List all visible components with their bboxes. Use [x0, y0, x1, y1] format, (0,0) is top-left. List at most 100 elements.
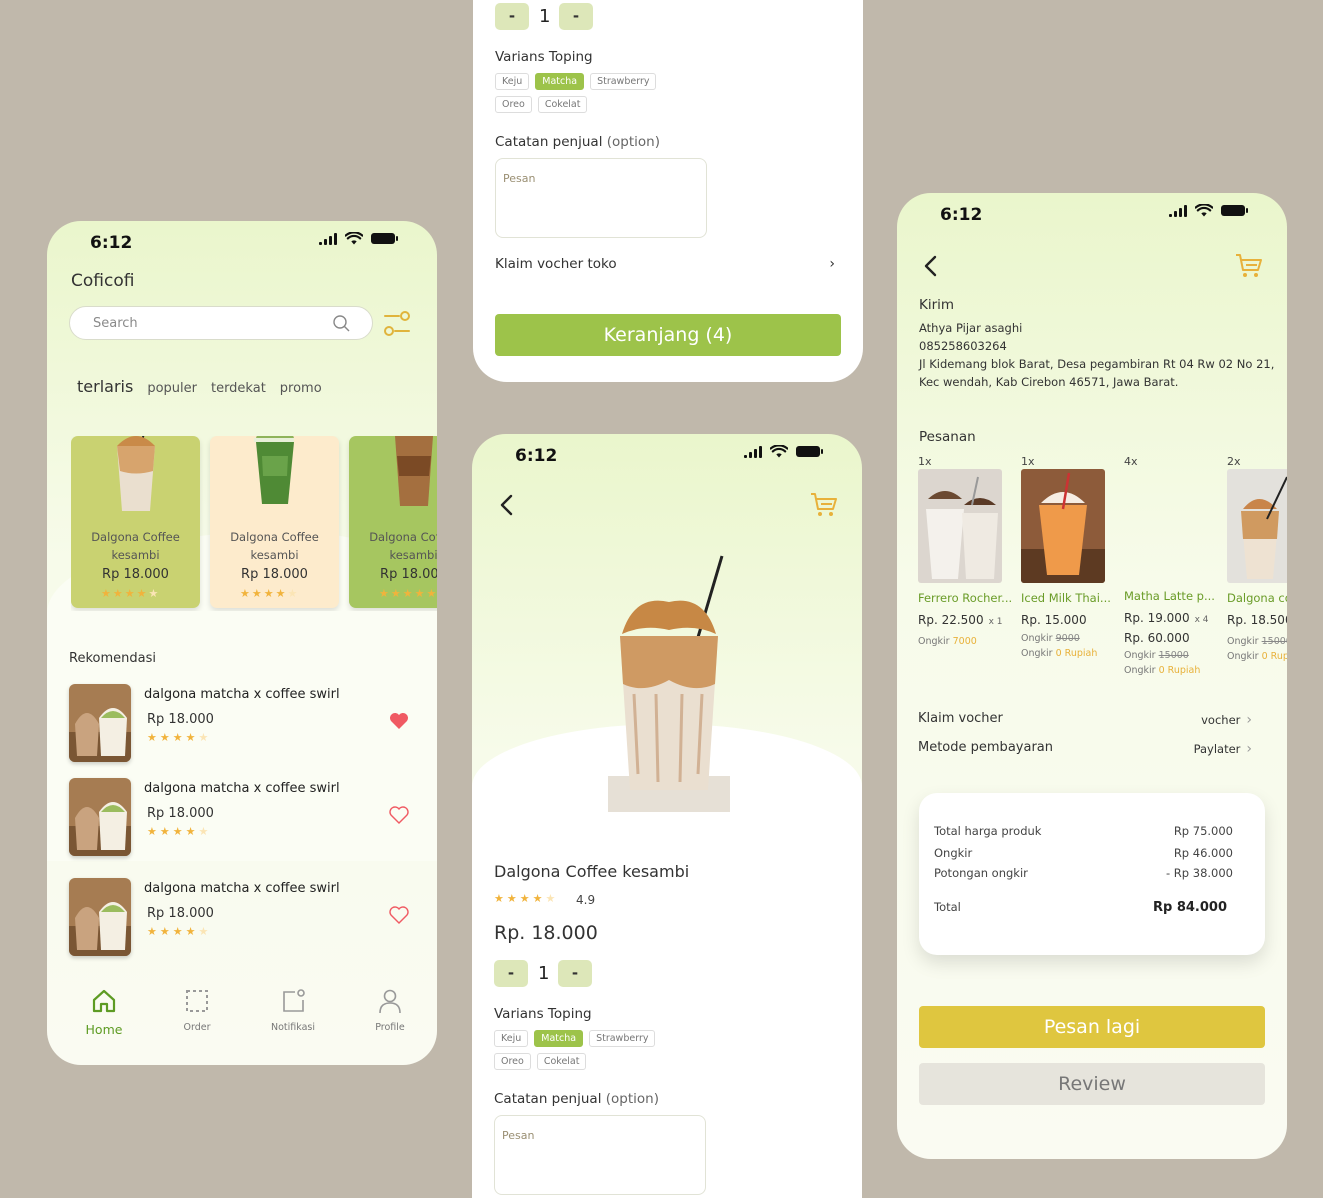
heart-filled-icon[interactable]: [389, 712, 409, 730]
summary-label: Ongkir: [934, 846, 973, 860]
recommendation-item[interactable]: dalgona matcha x coffee swirl Rp 18.000 …: [69, 778, 419, 858]
topping-chip[interactable]: Cokelat: [537, 96, 588, 113]
ongkir-label: Ongkir: [1021, 648, 1053, 659]
recommendation-item[interactable]: dalgona matcha x coffee swirl Rp 18.000 …: [69, 878, 419, 958]
topping-options: Keju Matcha Strawberry Oreo Cokelat: [494, 1030, 694, 1070]
nav-label: Profile: [375, 1022, 405, 1033]
notification-icon: [283, 989, 305, 1012]
nav-order[interactable]: Order: [162, 987, 232, 1033]
quantity-stepper: - 1 -: [494, 960, 592, 987]
filter-icon[interactable]: [383, 311, 411, 337]
search-placeholder: Search: [93, 316, 138, 331]
order-price: Rp. 18.500: [1227, 613, 1287, 627]
recommendation-price: Rp 18.000: [147, 906, 214, 921]
topping-chip[interactable]: Strawberry: [590, 73, 657, 90]
order-item[interactable]: 2x Dalgona co... Rp. 18.500 Ongkir 15000…: [1227, 455, 1287, 675]
nav-home[interactable]: Home: [69, 987, 139, 1037]
order-image: [1021, 469, 1105, 583]
summary-value: - Rp 38.000: [1166, 866, 1233, 880]
product-image: [254, 436, 294, 504]
tab-promo[interactable]: promo: [280, 381, 322, 396]
qty-minus-button[interactable]: -: [494, 960, 528, 987]
orders-title: Pesanan: [919, 429, 976, 445]
topping-chip[interactable]: Strawberry: [589, 1030, 656, 1047]
rating-stars: ★★★★★: [147, 825, 212, 838]
topping-chip-selected[interactable]: Matcha: [534, 1030, 584, 1047]
review-button[interactable]: Review: [919, 1063, 1265, 1105]
rating-stars: ★★★★★: [147, 731, 212, 744]
product-price: Rp. 18.000: [494, 922, 598, 944]
qty-plus-button[interactable]: -: [559, 3, 593, 30]
order-price-row: Rp. 18.500: [1227, 613, 1287, 627]
signal-icon: [319, 232, 337, 245]
rating-stars: ★★★★★: [147, 925, 212, 938]
product-thumbnail: [69, 778, 131, 856]
note-title: Catatan penjual (option): [495, 134, 660, 150]
order-name: Dalgona co...: [1227, 591, 1287, 605]
order-shipping: Ongkir 0 Rupiah: [1021, 648, 1097, 659]
status-time: 6:12: [515, 446, 558, 466]
recommendation-title: Rekomendasi: [69, 651, 156, 666]
cart-icon[interactable]: [1235, 253, 1263, 279]
topping-title: Varians Toping: [495, 49, 593, 65]
search-input[interactable]: Search: [69, 306, 373, 340]
note-placeholder: Pesan: [503, 172, 536, 185]
battery-icon: [371, 233, 398, 244]
nav-notifikasi[interactable]: Notifikasi: [258, 987, 328, 1033]
order-again-button[interactable]: Pesan lagi: [919, 1006, 1265, 1048]
recipient-address-line1: Jl Kidemang blok Barat, Desa pegambiran …: [919, 357, 1275, 371]
order-name: Ferrero Rocher...: [918, 591, 1013, 605]
quantity-stepper: - 1 -: [495, 3, 593, 30]
topping-chip[interactable]: Keju: [495, 73, 530, 90]
topping-chip-selected[interactable]: Matcha: [535, 73, 585, 90]
cart-icon[interactable]: [810, 492, 838, 518]
search-icon[interactable]: [333, 315, 350, 332]
product-hero-image: [608, 555, 730, 812]
order-qty: 1x: [1021, 455, 1035, 468]
rating-stars: ★★★★★: [101, 587, 161, 600]
topping-chip[interactable]: Keju: [494, 1030, 529, 1047]
ongkir-old: 15000: [1158, 650, 1189, 661]
summary-row: Ongkir Rp 46.000: [934, 846, 1233, 860]
product-thumbnail: [69, 878, 131, 956]
summary-value: Rp 75.000: [1173, 824, 1233, 838]
recommendation-item[interactable]: dalgona matcha x coffee swirl Rp 18.000 …: [69, 684, 419, 764]
product-card[interactable]: Dalgona Coffee kesambi Rp 18.000 ★★★★★: [210, 436, 339, 608]
order-qty: 2x: [1227, 455, 1241, 468]
cart-button[interactable]: Keranjang (4): [495, 314, 841, 356]
summary-value: Rp 46.000: [1173, 846, 1233, 860]
tab-populer[interactable]: populer: [147, 381, 197, 396]
product-name: Dalgona Coffee kesambi: [494, 862, 690, 881]
topping-chip[interactable]: Oreo: [494, 1053, 531, 1070]
back-arrow-icon[interactable]: [499, 494, 515, 516]
ongkir-label: Ongkir: [1124, 665, 1156, 676]
topping-chip[interactable]: Cokelat: [536, 1053, 587, 1070]
back-arrow-icon[interactable]: [923, 255, 939, 277]
rating-stars: ★★★★★: [379, 587, 437, 600]
product-card[interactable]: Dalgona Coffee kesambi Rp 18.000 ★★★★★: [349, 436, 437, 608]
recommendation-name: dalgona matcha x coffee swirl: [144, 781, 340, 796]
voucher-row[interactable]: Klaim vocher vocher: [918, 711, 1258, 727]
product-carousel: Dalgona Coffee kesambi Rp 18.000 ★★★★★ D…: [71, 436, 437, 611]
order-multiplier: x 1: [988, 617, 1003, 627]
topping-chip[interactable]: Oreo: [495, 96, 532, 113]
voucher-row[interactable]: Klaim vocher toko ›: [495, 256, 835, 272]
order-name: Matha Latte p...: [1124, 589, 1215, 603]
tab-terdekat[interactable]: terdekat: [211, 381, 266, 396]
product-image: [395, 436, 433, 506]
product-card[interactable]: Dalgona Coffee kesambi Rp 18.000 ★★★★★: [71, 436, 200, 608]
nav-profile[interactable]: Profile: [355, 987, 425, 1033]
qty-minus-button[interactable]: -: [495, 3, 529, 30]
payment-method-row[interactable]: Metode pembayaran Paylater: [918, 740, 1258, 757]
recommendation-price: Rp 18.000: [147, 712, 214, 727]
qty-plus-button[interactable]: -: [558, 960, 592, 987]
tab-terlaris[interactable]: terlaris: [77, 377, 133, 396]
seller-note-input[interactable]: Pesan: [495, 158, 707, 238]
seller-note-input[interactable]: Pesan: [494, 1115, 706, 1195]
ongkir-old: 15000: [1261, 636, 1287, 647]
heart-outline-icon[interactable]: [389, 806, 409, 824]
home-icon: [92, 989, 116, 1013]
order-qty: 1x: [918, 455, 932, 468]
payment-value: Paylater: [1194, 741, 1252, 757]
heart-outline-icon[interactable]: [389, 906, 409, 924]
